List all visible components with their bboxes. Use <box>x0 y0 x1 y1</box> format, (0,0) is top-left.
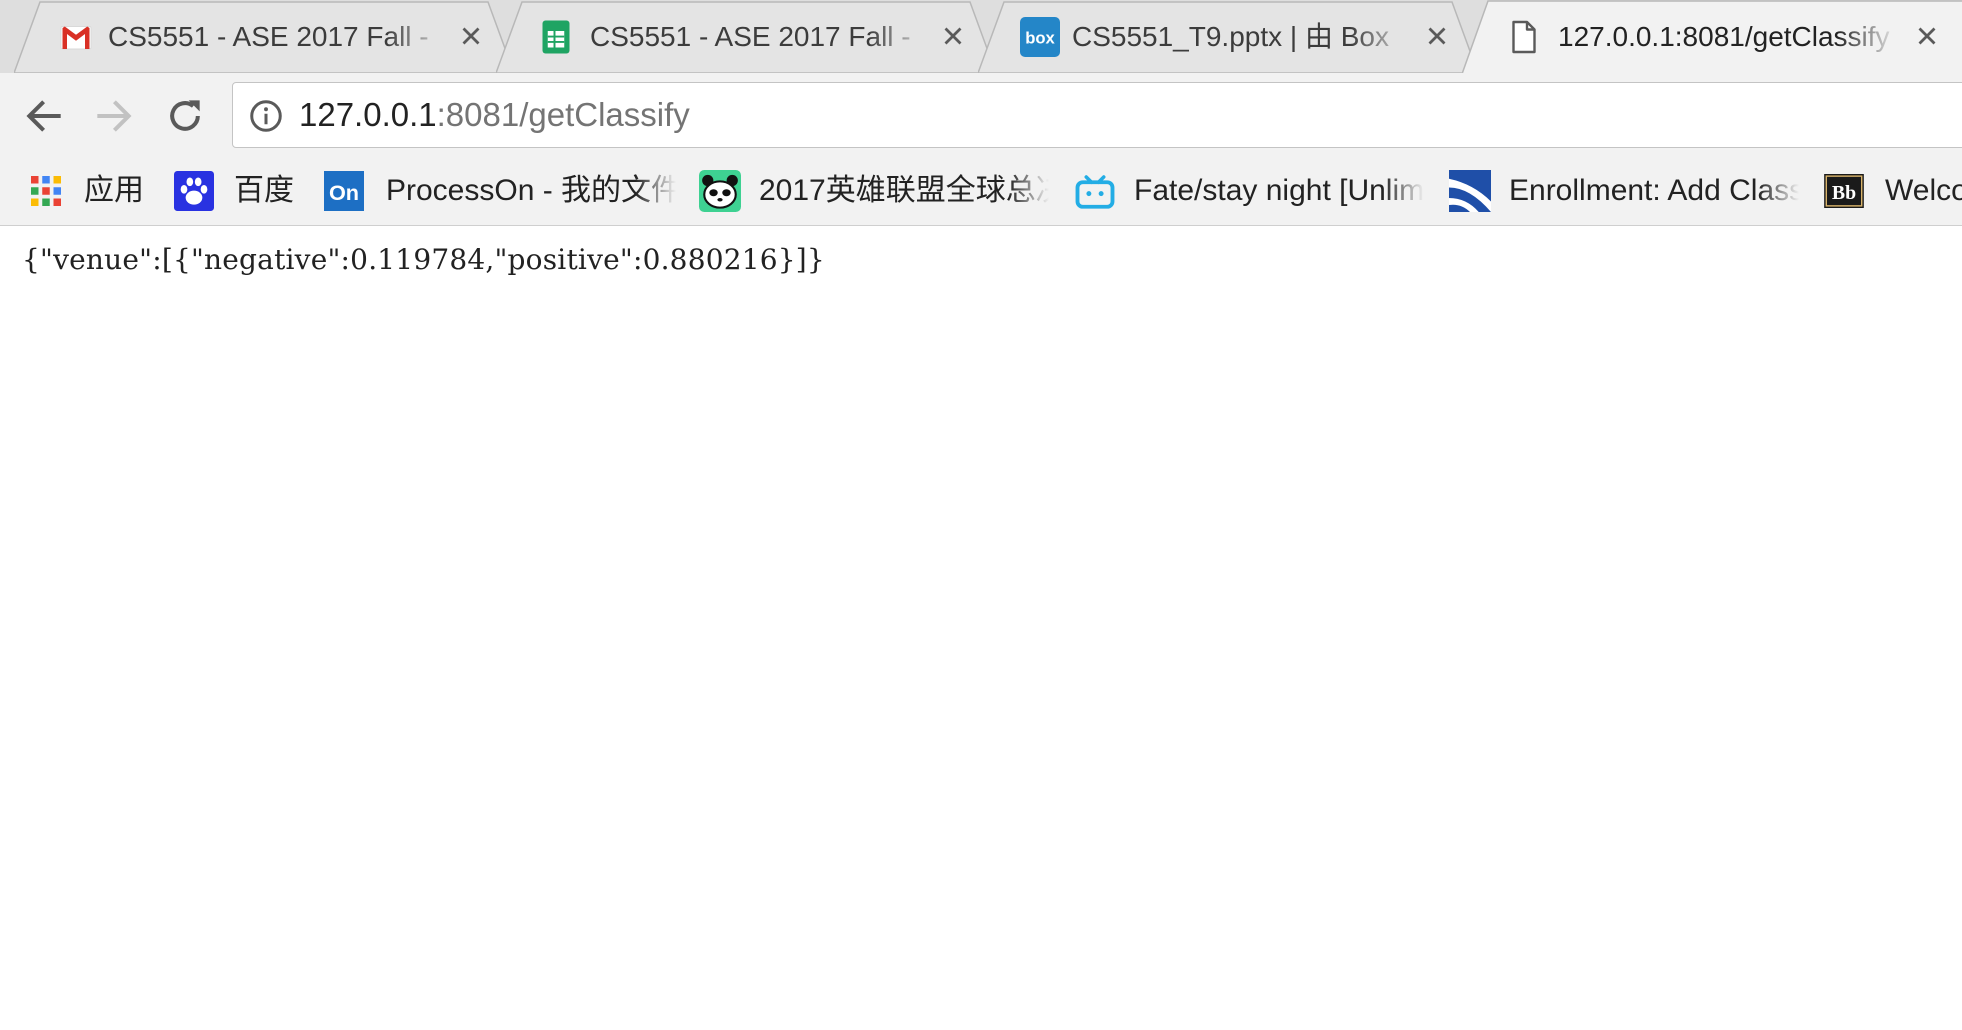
enrollment-icon <box>1449 170 1491 212</box>
tab-active-getclassify[interactable]: 127.0.0.1:8081/getClassify <box>1462 0 1962 73</box>
bookmark-enrollment[interactable]: Enrollment: Add Classes <box>1449 168 1799 214</box>
tab-title: 127.0.0.1:8081/getClassify <box>1558 21 1890 52</box>
sheets-icon <box>542 20 570 54</box>
svg-text:box: box <box>1025 29 1055 48</box>
document-icon <box>1512 20 1536 54</box>
bookmark-fate-stay-night[interactable]: Fate/stay night [Unlimited <box>1074 168 1424 214</box>
json-response-text: {"venue":[{"negative":0.119784,"positive… <box>22 243 825 276</box>
bookmark-processon[interactable]: On ProcessOn - 我的文件 <box>324 168 676 214</box>
tab-title: CS5551_T9.pptx | 由 Box <box>1072 21 1389 52</box>
browser-toolbar: 127.0.0.1:8081/getClassify <box>0 73 1962 158</box>
reload-icon[interactable] <box>163 94 207 138</box>
tab-box[interactable]: box CS5551_T9.pptx | 由 Box <box>978 0 1478 73</box>
tab-strip: CS5551 - ASE 2017 Fall - CS5551 - ASE 20… <box>0 0 1962 73</box>
baidu-paw-icon <box>174 171 214 211</box>
tab-close-icon[interactable] <box>1912 21 1942 51</box>
bookmark-welcome[interactable]: Bb Welcome <box>1824 168 1962 214</box>
bookmark-baidu[interactable]: 百度 <box>174 168 304 214</box>
forward-arrow-icon[interactable] <box>92 94 136 138</box>
tab-title: CS5551 - ASE 2017 Fall - <box>108 21 429 52</box>
bookmark-label: 应用 <box>84 174 144 207</box>
bookmark-label: ProcessOn - 我的文件 <box>386 174 676 207</box>
svg-text:Bb: Bb <box>1832 182 1856 204</box>
page-content: {"venue":[{"negative":0.119784,"positive… <box>0 226 1962 1030</box>
bookmark-lol-worlds[interactable]: 2017英雄联盟全球总决赛 <box>699 168 1049 214</box>
site-info-icon[interactable] <box>248 98 284 134</box>
tab-close-icon[interactable] <box>456 21 486 51</box>
url-path: :8081/getClassify <box>436 96 690 133</box>
blackboard-icon: Bb <box>1824 174 1864 208</box>
bookmark-label: 2017英雄联盟全球总决赛 <box>759 174 1049 207</box>
bookmark-apps[interactable]: 应用 <box>28 168 158 214</box>
box-icon: box <box>1020 17 1060 57</box>
bilibili-tv-icon <box>1075 175 1115 209</box>
tab-sheets[interactable]: CS5551 - ASE 2017 Fall - <box>496 0 996 73</box>
svg-text:On: On <box>329 180 359 205</box>
address-bar[interactable]: 127.0.0.1:8081/getClassify <box>232 82 1962 148</box>
url-text[interactable]: 127.0.0.1:8081/getClassify <box>299 93 690 137</box>
bookmark-label: Enrollment: Add Classes <box>1509 174 1799 207</box>
tab-title: CS5551 - ASE 2017 Fall - <box>590 21 911 52</box>
processon-icon: On <box>324 171 364 211</box>
bookmarks-bar: 应用 百度 On ProcessOn - 我的文件 2017英雄联盟全球总 Fa… <box>0 158 1962 226</box>
panda-icon <box>699 170 741 212</box>
bookmark-label: Fate/stay night [Unlimited <box>1134 174 1424 207</box>
tab-close-icon[interactable] <box>1422 21 1452 51</box>
bookmark-label: Welcome <box>1885 174 1962 207</box>
apps-grid-icon <box>31 176 61 206</box>
gmail-icon <box>60 26 92 50</box>
tab-gmail[interactable]: CS5551 - ASE 2017 Fall - <box>14 0 514 73</box>
back-arrow-icon[interactable] <box>22 94 66 138</box>
bookmark-label: 百度 <box>234 174 294 207</box>
tab-close-icon[interactable] <box>938 21 968 51</box>
url-host: 127.0.0.1 <box>299 96 437 133</box>
